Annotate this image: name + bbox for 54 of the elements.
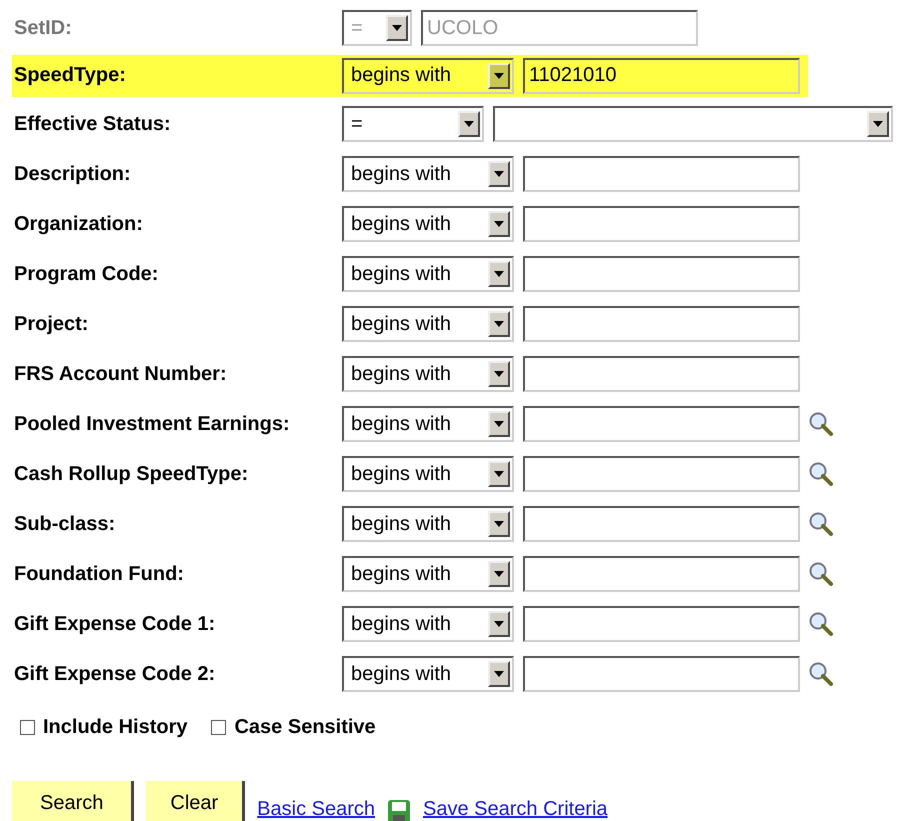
operator-dropdown[interactable]: begins with — [342, 156, 514, 192]
field-label: SetID: — [13, 16, 73, 40]
operator-dropdown[interactable]: begins with — [342, 256, 514, 292]
input-field[interactable] — [523, 656, 800, 692]
search-icon[interactable] — [808, 511, 834, 537]
checkbox[interactable] — [211, 720, 226, 734]
clear-button[interactable]: Clear — [146, 781, 246, 821]
field-label: Organization: — [13, 212, 144, 236]
operator-dropdown[interactable]: begins with — [342, 356, 514, 392]
value-dropdown[interactable] — [493, 106, 893, 142]
input-field[interactable] — [523, 456, 800, 492]
input-field[interactable] — [523, 206, 800, 242]
input-field[interactable] — [523, 306, 800, 342]
search-icon[interactable] — [808, 411, 834, 437]
field-label: Cash Rollup SpeedType: — [13, 462, 250, 486]
search-button[interactable]: Search — [12, 781, 134, 821]
search-icon[interactable] — [808, 561, 834, 587]
input-field[interactable] — [523, 356, 800, 392]
operator-dropdown[interactable]: begins with — [342, 456, 514, 492]
operator-dropdown[interactable]: begins with — [342, 606, 514, 642]
operator-dropdown[interactable]: begins with — [342, 306, 514, 342]
operator-dropdown[interactable]: = — [342, 106, 484, 142]
field-label: FRS Account Number: — [13, 362, 228, 386]
operator-dropdown[interactable]: begins with — [342, 506, 514, 542]
field-label: Gift Expense Code 2: — [13, 662, 216, 686]
field-label: Sub-class: — [13, 512, 116, 536]
field-label: Gift Expense Code 1: — [13, 612, 216, 636]
field-label: Effective Status: — [13, 112, 172, 136]
search-icon[interactable] — [808, 661, 834, 687]
field-label: Pooled Investment Earnings: — [13, 412, 291, 436]
input-field[interactable]: 11021010 — [523, 58, 800, 94]
field-label: Description: — [13, 162, 132, 186]
search-icon[interactable] — [808, 461, 834, 487]
input-field[interactable] — [523, 156, 800, 192]
operator-dropdown[interactable]: begins with — [342, 406, 514, 442]
operator-dropdown[interactable]: begins with — [342, 656, 514, 692]
field-label: Project: — [13, 312, 90, 336]
field-label: Program Code: — [13, 262, 160, 286]
field-label: SpeedType: — [13, 64, 127, 87]
search-icon[interactable] — [808, 611, 834, 637]
operator-dropdown[interactable]: begins with — [342, 556, 514, 592]
operator-dropdown[interactable]: begins with — [342, 206, 514, 242]
checkbox-label: Case Sensitive — [234, 716, 376, 738]
link[interactable]: Save Search Criteria — [423, 798, 608, 821]
input-field[interactable] — [523, 406, 800, 442]
checkbox[interactable] — [20, 720, 35, 734]
input-field[interactable] — [523, 256, 800, 292]
link[interactable]: Basic Search — [257, 798, 376, 821]
operator-dropdown[interactable]: begins with — [342, 58, 514, 94]
input-field[interactable] — [523, 506, 800, 542]
input-field[interactable] — [523, 556, 800, 592]
checkbox-label: Include History — [43, 716, 188, 738]
field-label: Foundation Fund: — [13, 562, 185, 586]
input-field[interactable] — [523, 606, 800, 642]
